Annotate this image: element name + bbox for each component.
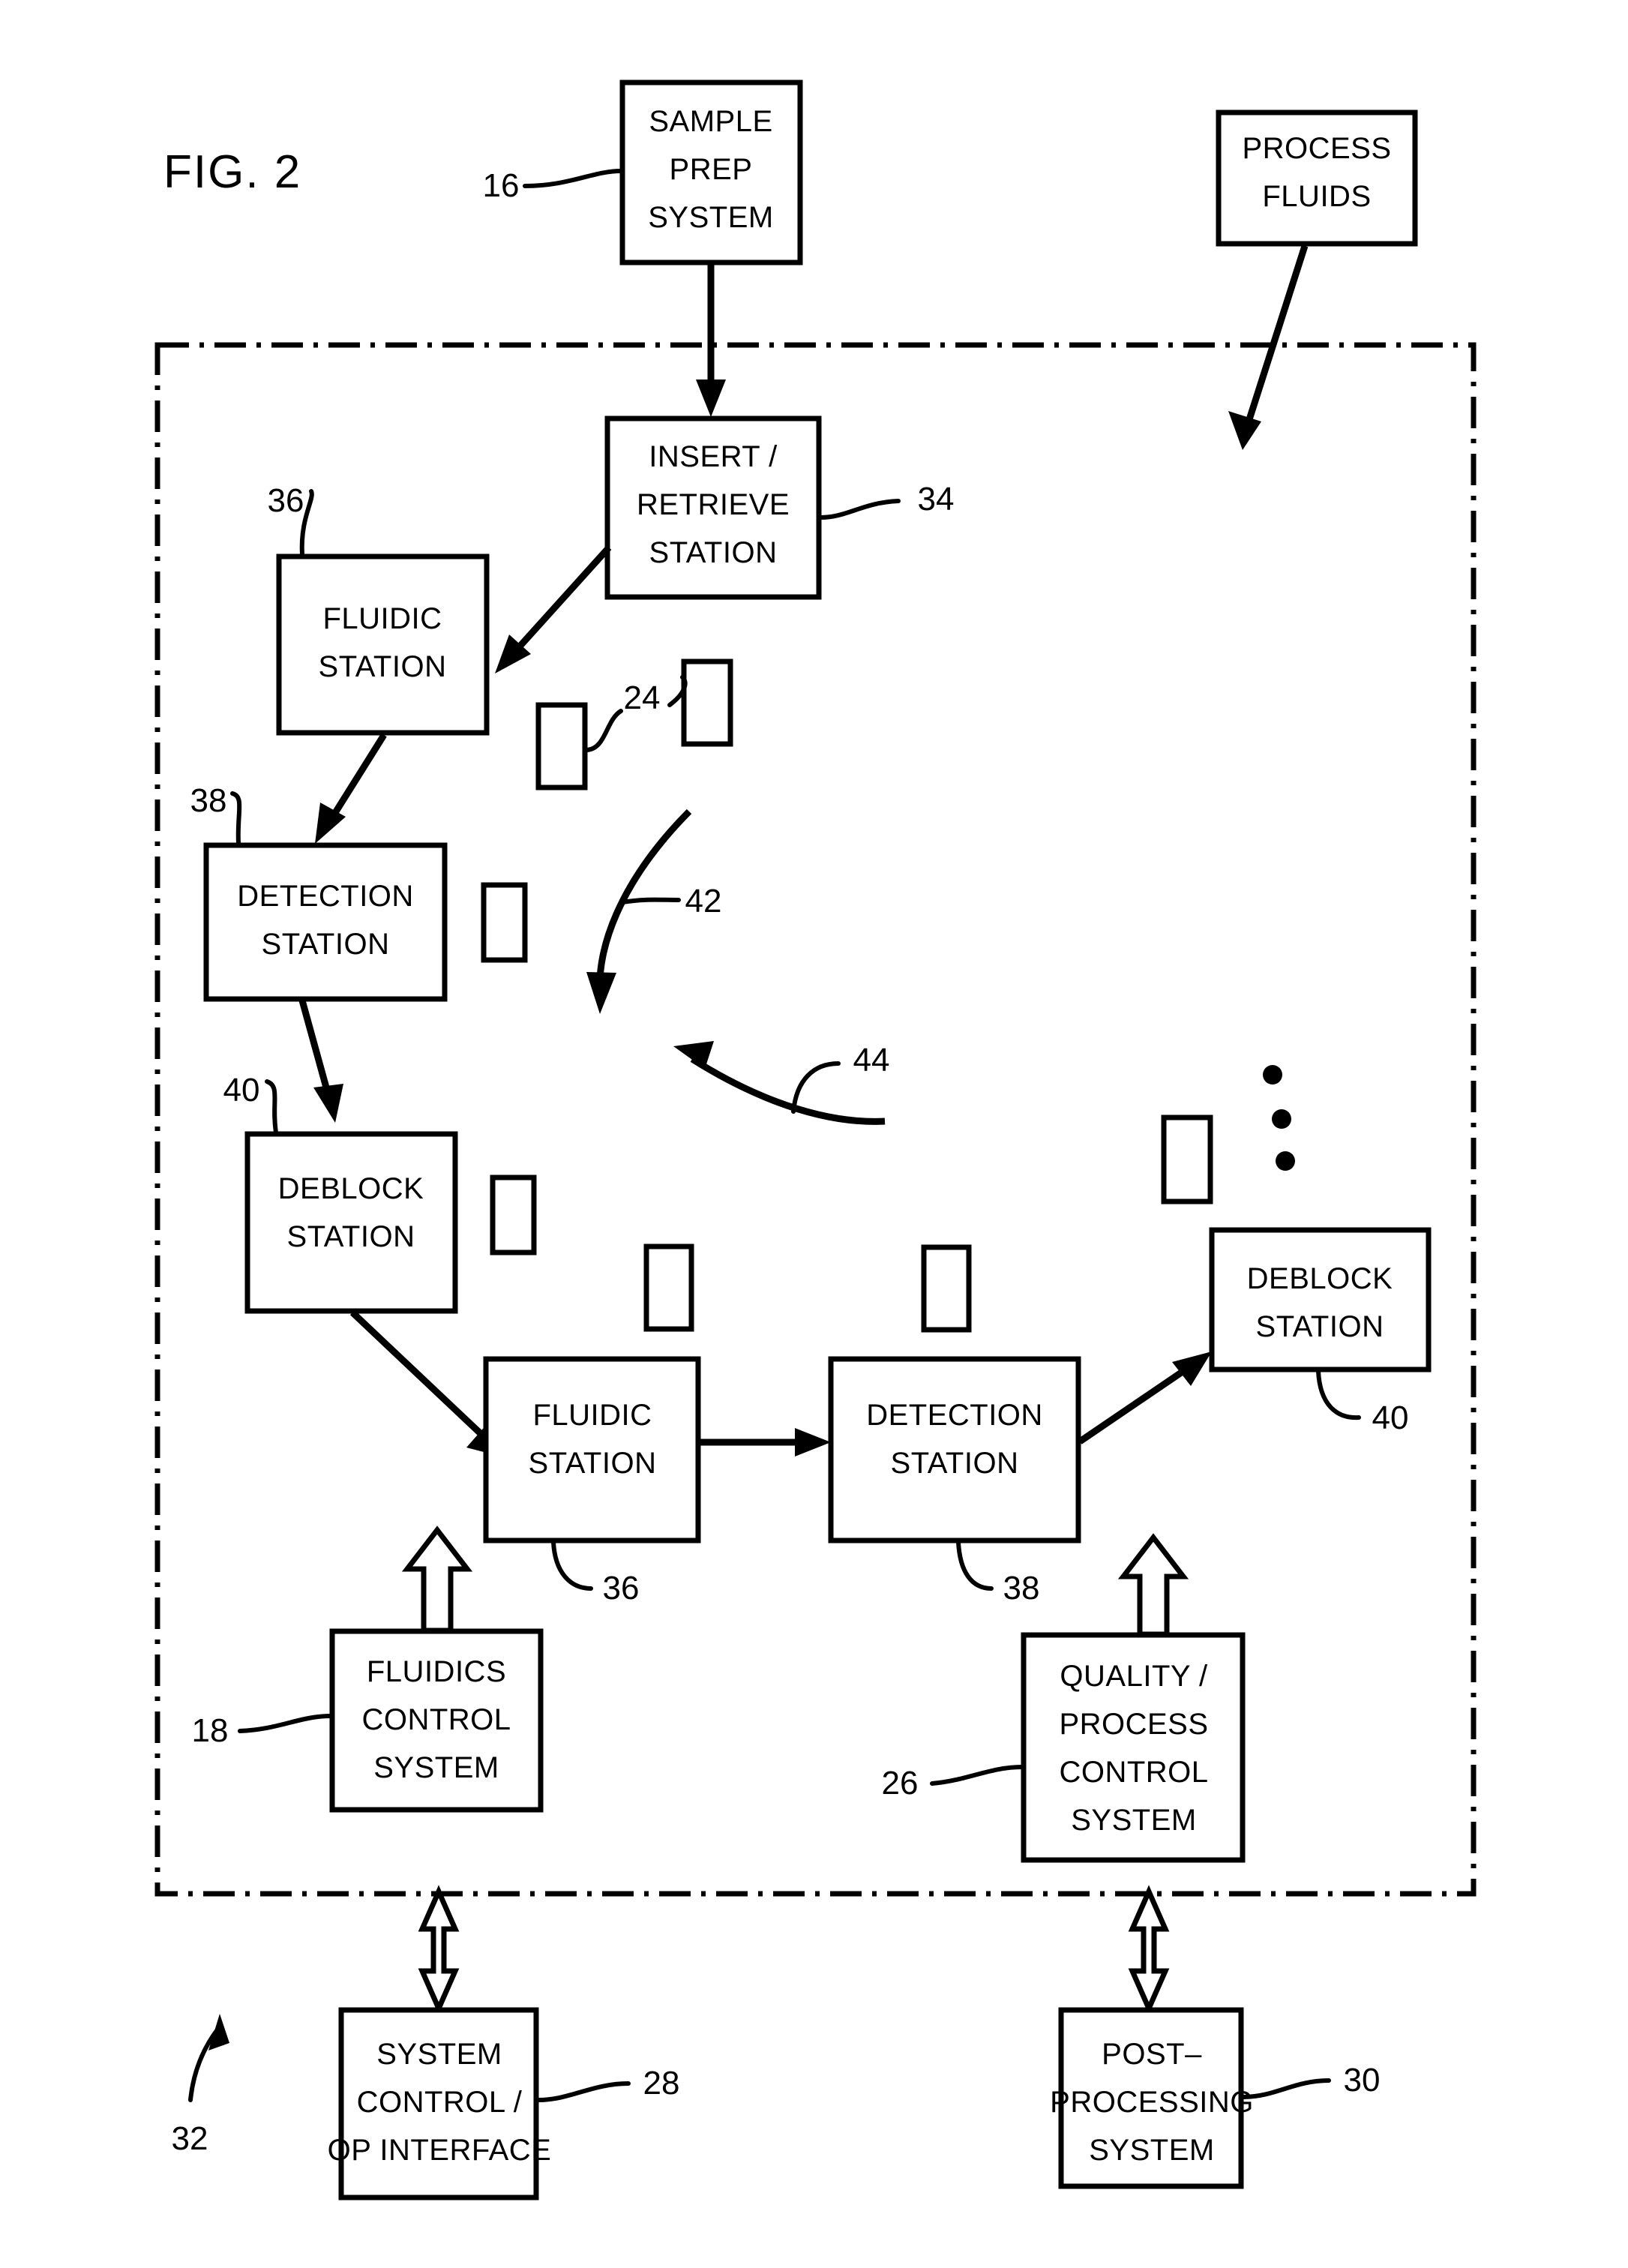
ellipsis-dot-2 xyxy=(1272,1109,1291,1129)
substrate-slot-1 xyxy=(535,702,588,790)
leader-quality-process-control xyxy=(930,1765,1024,1786)
ref-38-left: 38 xyxy=(190,782,227,819)
deblock-station-left-line-1: DEBLOCK xyxy=(278,1172,424,1205)
ref-28: 28 xyxy=(643,2065,680,2102)
quality-process-line-4: SYSTEM xyxy=(1071,1804,1196,1837)
process-fluids-line-2: FLUIDS xyxy=(1262,180,1371,213)
sample-prep-line-1: SAMPLE xyxy=(649,105,772,138)
box-deblock-station-right[interactable] xyxy=(1209,1227,1432,1372)
arrowhead-transport-path-42 xyxy=(586,972,616,1014)
hollow-arrow-quality-process-up xyxy=(1117,1533,1189,1637)
box-detection-station-left[interactable] xyxy=(203,842,448,1002)
process-fluids-feed-line xyxy=(1241,244,1309,435)
substrate-slot-3 xyxy=(481,882,528,963)
arrowhead-transport-path-44 xyxy=(673,1041,714,1069)
post-processing-line-3: SYSTEM xyxy=(1089,2134,1214,2167)
ref-36-top: 36 xyxy=(268,482,304,519)
insert-retrieve-line-2: RETRIEVE xyxy=(637,488,790,521)
leader-deblock-station-left xyxy=(265,1079,278,1135)
arrowhead-32 xyxy=(208,2014,229,2050)
ellipsis-dot-3 xyxy=(1276,1151,1295,1171)
process-fluids-feed-arrowhead xyxy=(1228,411,1261,450)
ref-32: 32 xyxy=(172,2120,208,2157)
arrowhead-sample-prep-to-insert xyxy=(696,380,726,417)
leader-fluidics-control xyxy=(238,1714,333,1733)
ref-38-mid: 38 xyxy=(1003,1570,1040,1606)
ref-36-mid: 36 xyxy=(603,1570,640,1606)
ref-34: 34 xyxy=(918,481,955,518)
arrowhead-detection-mid-to-deblock-right xyxy=(1172,1352,1212,1386)
quality-process-line-3: CONTROL xyxy=(1059,1756,1208,1789)
system-control-line-1: SYSTEM xyxy=(376,2038,502,2071)
substrate-slot-7 xyxy=(1161,1114,1213,1204)
substrate-slot-6 xyxy=(921,1244,972,1333)
arrow-detection-left-to-deblock-left xyxy=(298,999,334,1102)
deblock-station-right-line-2: STATION xyxy=(1256,1310,1384,1343)
detection-station-left-line-1: DETECTION xyxy=(237,880,414,913)
process-fluids-line-1: PROCESS xyxy=(1242,132,1391,165)
substrate-slot-2 xyxy=(681,658,733,747)
arrow-insert-to-fluidic-top xyxy=(509,544,612,658)
system-control-line-3: OP INTERFACE xyxy=(328,2134,552,2167)
leader-deblock-station-right xyxy=(1316,1369,1361,1420)
post-processing-line-1: POST– xyxy=(1102,2038,1202,2071)
patent-figure-2: FIG. 2 SAMPLE PREP SYSTEM 16 PROCESS FLU… xyxy=(0,0,1628,2268)
fluidic-station-mid-line-2: STATION xyxy=(529,1447,657,1480)
hollow-arrow-post-processing-bidirectional xyxy=(1128,1885,1170,2015)
fluidic-station-mid-line-1: FLUIDIC xyxy=(532,1399,652,1432)
leader-sample-prep xyxy=(523,169,623,188)
fluidics-control-line-2: CONTROL xyxy=(361,1703,511,1736)
figure-title: FIG. 2 xyxy=(163,146,301,198)
leader-44 xyxy=(791,1061,841,1114)
box-fluidic-station-top[interactable] xyxy=(276,554,490,736)
leader-insert-retrieve xyxy=(818,499,901,520)
leader-detection-station-left xyxy=(230,791,242,845)
leader-24-left xyxy=(585,709,623,752)
ref-40-left: 40 xyxy=(223,1072,260,1108)
fluidics-control-line-1: FLUIDICS xyxy=(367,1655,506,1688)
fluidic-station-top-line-1: FLUIDIC xyxy=(322,602,442,635)
substrate-slot-4 xyxy=(490,1174,537,1256)
hollow-arrow-fluidics-control-up xyxy=(401,1526,473,1634)
detection-station-left-line-2: STATION xyxy=(262,928,390,961)
ref-44: 44 xyxy=(853,1042,890,1078)
ref-24: 24 xyxy=(624,680,661,716)
hollow-arrow-system-control-bidirectional xyxy=(418,1885,460,2015)
arrowhead-detection-left-to-deblock-left xyxy=(313,1084,343,1123)
ref-42: 42 xyxy=(685,883,722,920)
ref-30: 30 xyxy=(1344,2062,1381,2098)
arrow-fluidic-top-to-detection-left xyxy=(325,733,387,826)
arrow-detection-mid-to-deblock-right xyxy=(1078,1362,1195,1444)
fluidic-station-top-line-2: STATION xyxy=(319,650,447,683)
leader-42 xyxy=(620,897,681,904)
ref-40-right: 40 xyxy=(1372,1400,1409,1436)
insert-retrieve-line-1: INSERT / xyxy=(649,440,778,473)
arrow-deblock-left-to-fluidic-mid xyxy=(349,1310,490,1443)
detection-station-mid-line-2: STATION xyxy=(891,1447,1019,1480)
leader-post-processing xyxy=(1241,2078,1331,2099)
post-processing-line-2: PROCESSING xyxy=(1050,2086,1254,2119)
quality-process-line-1: QUALITY / xyxy=(1060,1660,1208,1693)
sample-prep-line-3: SYSTEM xyxy=(648,201,773,234)
system-control-line-2: CONTROL / xyxy=(357,2086,523,2119)
ref-16: 16 xyxy=(483,167,520,204)
substrate-slot-5 xyxy=(643,1244,694,1332)
detection-station-mid-line-1: DETECTION xyxy=(866,1399,1043,1432)
deblock-station-left-line-2: STATION xyxy=(287,1220,415,1253)
ellipsis-dot-1 xyxy=(1263,1065,1282,1084)
ref-26: 26 xyxy=(882,1765,919,1802)
arrowhead-fluidic-mid-to-detection-mid xyxy=(795,1428,831,1456)
quality-process-line-2: PROCESS xyxy=(1059,1708,1208,1741)
deblock-station-right-line-1: DEBLOCK xyxy=(1247,1262,1393,1295)
ref-18: 18 xyxy=(192,1712,229,1749)
leader-fluidic-station-mid xyxy=(551,1540,593,1591)
leader-system-control xyxy=(536,2081,631,2102)
insert-retrieve-line-3: STATION xyxy=(649,536,778,569)
fluidics-control-line-3: SYSTEM xyxy=(373,1751,499,1784)
sample-prep-line-2: PREP xyxy=(670,153,753,186)
figure-canvas: FIG. 2 SAMPLE PREP SYSTEM 16 PROCESS FLU… xyxy=(154,80,1477,2200)
leader-detection-station-mid xyxy=(956,1540,994,1591)
